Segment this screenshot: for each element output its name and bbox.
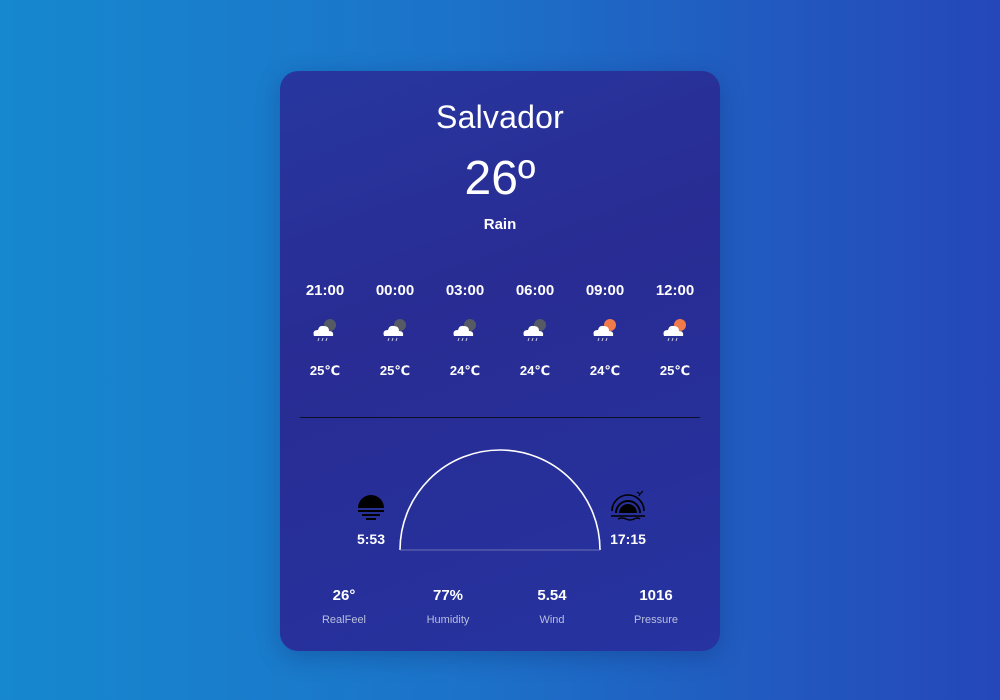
day-rain-cloud-icon <box>663 319 686 342</box>
stat-value: 26° <box>332 587 356 604</box>
weather-stats: 26° RealFeel 77% Humidity 5.54 Wind 1016… <box>294 586 706 626</box>
night-rain-cloud-icon <box>383 319 406 342</box>
forecast-time: 21:00 <box>305 282 345 299</box>
sunset-time: 17:15 <box>610 531 646 547</box>
stat-value: 1016 <box>639 587 673 604</box>
stat-value: 77% <box>432 587 464 604</box>
section-divider <box>300 417 700 418</box>
stat-label: Pressure <box>633 614 679 626</box>
sunrise-icon <box>358 495 384 520</box>
stat-value: 5.54 <box>537 587 567 604</box>
city-name: Salvador <box>436 99 564 135</box>
sunrise-time: 5:53 <box>356 531 386 547</box>
forecast-item: 03:00 24℃ <box>430 281 500 379</box>
night-rain-cloud-icon <box>313 319 336 342</box>
hourly-forecast: 21:00 25℃ 00:00 25℃ 03:00 24℃ 06:00 24℃ … <box>290 281 710 379</box>
stat-humidity: 77% Humidity <box>398 586 498 626</box>
stat-label: Wind <box>539 614 565 626</box>
stat-pressure: 1016 Pressure <box>606 586 706 626</box>
current-temperature: 26º <box>464 152 536 205</box>
forecast-time: 00:00 <box>375 282 415 299</box>
forecast-time: 12:00 <box>655 282 695 299</box>
forecast-time: 03:00 <box>445 282 485 299</box>
stat-realfeel: 26° RealFeel <box>294 586 394 626</box>
forecast-temperature: 24℃ <box>589 363 621 378</box>
forecast-time: 09:00 <box>585 282 625 299</box>
forecast-item: 12:00 25℃ <box>640 281 710 379</box>
stat-label: RealFeel <box>321 614 367 626</box>
forecast-temperature: 24℃ <box>449 363 481 378</box>
forecast-temperature: 25℃ <box>309 363 341 378</box>
sunset-icon <box>611 490 645 521</box>
night-rain-cloud-icon <box>453 319 476 342</box>
forecast-temperature: 25℃ <box>379 363 411 378</box>
weather-card: Salvador 26º Rain 21:00 25℃ 00:00 25℃ 03… <box>280 71 720 651</box>
forecast-time: 06:00 <box>515 282 555 299</box>
weather-condition: Rain <box>483 216 517 233</box>
sun-path-arc <box>399 449 601 551</box>
forecast-temperature: 25℃ <box>659 363 691 378</box>
forecast-item: 06:00 24℃ <box>500 281 570 379</box>
forecast-item: 21:00 25℃ <box>290 281 360 379</box>
forecast-temperature: 24℃ <box>519 363 551 378</box>
day-rain-cloud-icon <box>593 319 616 342</box>
night-rain-cloud-icon <box>523 319 546 342</box>
stat-label: Humidity <box>426 614 470 626</box>
forecast-item: 09:00 24℃ <box>570 281 640 379</box>
stat-wind: 5.54 Wind <box>502 586 602 626</box>
forecast-item: 00:00 25℃ <box>360 281 430 379</box>
